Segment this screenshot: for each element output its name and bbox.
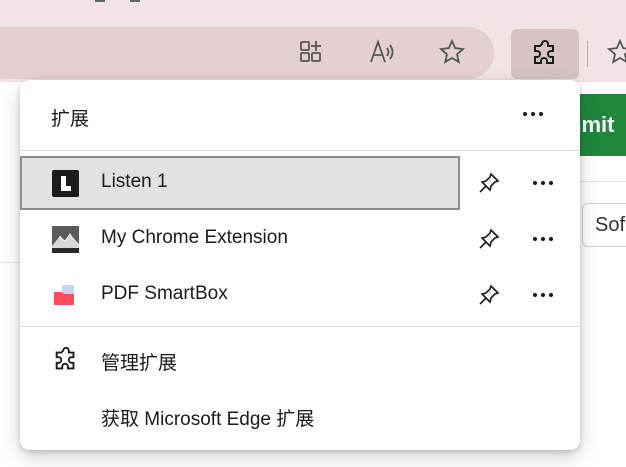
extension-item-my-chrome-extension[interactable]: My Chrome Extension bbox=[20, 212, 460, 266]
menu-more-options-icon[interactable] bbox=[523, 104, 543, 124]
puzzle-icon bbox=[52, 346, 80, 374]
extensions-button[interactable] bbox=[511, 29, 579, 79]
toolbar-separator bbox=[587, 41, 588, 67]
pin-icon[interactable] bbox=[477, 283, 501, 307]
window-decoration bbox=[95, 0, 105, 2]
extension-more-icon[interactable] bbox=[533, 285, 553, 305]
mountain-logo-icon bbox=[52, 226, 79, 253]
extension-label: My Chrome Extension bbox=[101, 227, 288, 248]
star-icon[interactable] bbox=[438, 38, 466, 66]
extension-item-pdf-smartbox[interactable]: PDF SmartBox bbox=[20, 268, 460, 322]
extension-more-icon[interactable] bbox=[533, 229, 553, 249]
extension-item-listen1[interactable]: Listen 1 bbox=[20, 156, 460, 210]
address-bar[interactable] bbox=[0, 27, 494, 79]
extension-label: PDF SmartBox bbox=[101, 283, 228, 304]
divider bbox=[20, 326, 580, 327]
page-field[interactable]: Sof bbox=[582, 203, 626, 247]
grid-plus-icon[interactable] bbox=[298, 38, 326, 66]
listen1-logo-icon bbox=[52, 170, 79, 197]
get-edge-extensions-link[interactable]: 获取 Microsoft Edge 扩展 bbox=[101, 404, 314, 431]
read-aloud-icon[interactable] bbox=[368, 38, 396, 66]
extensions-menu: 扩展 Listen 1 My Chrome Extension PDF Smar… bbox=[20, 80, 580, 450]
extension-label: Listen 1 bbox=[101, 171, 168, 192]
pdf-folder-icon bbox=[52, 282, 79, 309]
puzzle-icon bbox=[534, 40, 554, 64]
pin-icon[interactable] bbox=[477, 171, 501, 195]
menu-title: 扩展 bbox=[51, 109, 90, 130]
divider bbox=[20, 150, 580, 151]
window-decoration bbox=[130, 0, 140, 2]
pin-icon[interactable] bbox=[477, 227, 501, 251]
favorites-icon[interactable] bbox=[606, 38, 626, 66]
extension-more-icon[interactable] bbox=[533, 173, 553, 193]
page-divider bbox=[0, 262, 20, 263]
manage-extensions-link[interactable]: 管理扩展 bbox=[101, 348, 177, 375]
